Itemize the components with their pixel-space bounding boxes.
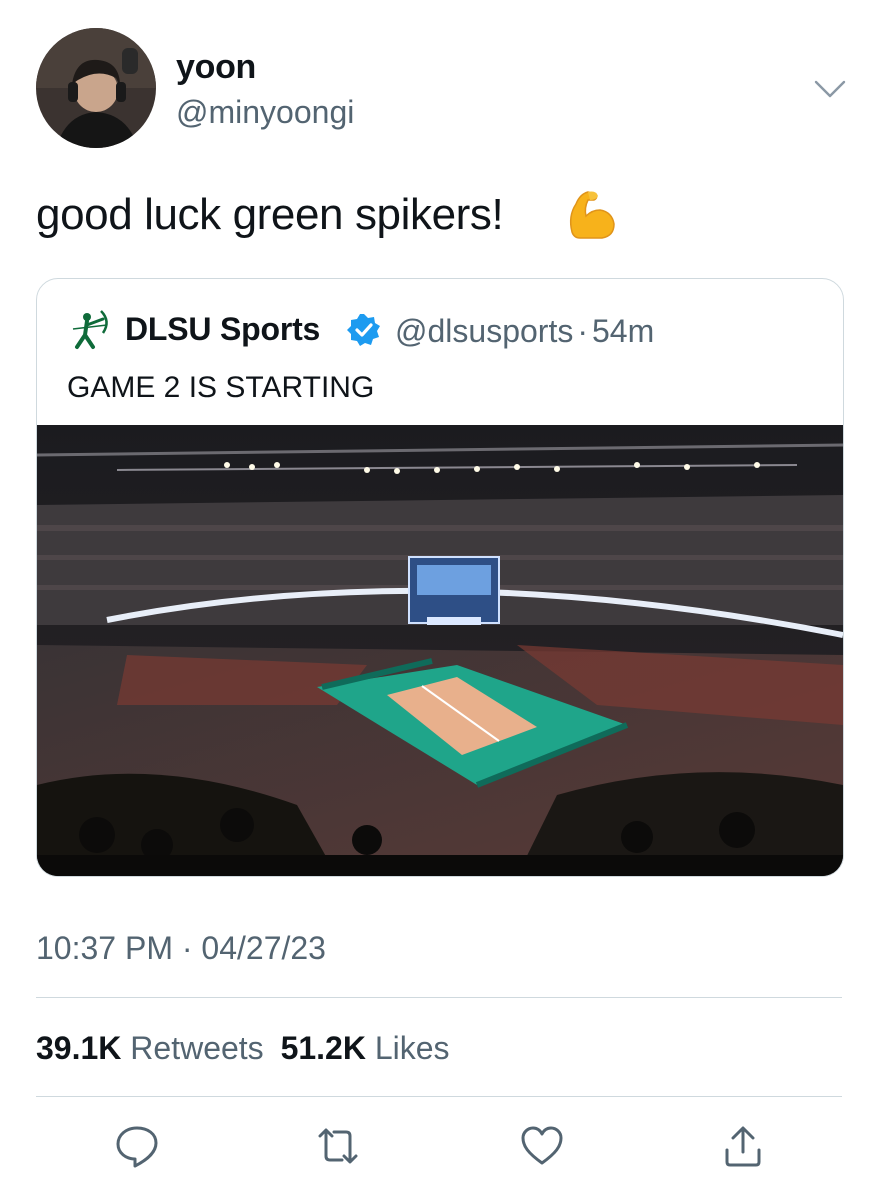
flexed-biceps-icon bbox=[562, 186, 618, 244]
retweet-icon[interactable] bbox=[314, 1122, 362, 1170]
divider bbox=[36, 1096, 842, 1097]
arena-photo[interactable] bbox=[37, 425, 843, 876]
author-display-name[interactable]: yoon bbox=[176, 48, 256, 87]
separator: · bbox=[577, 313, 588, 349]
quoted-tweet-text: GAME 2 IS STARTING bbox=[67, 371, 375, 404]
retweets-label[interactable]: Retweets bbox=[130, 1030, 263, 1066]
divider bbox=[36, 997, 842, 998]
quoted-handle[interactable]: @dlsusports bbox=[395, 313, 573, 349]
author-handle[interactable]: @minyoongi bbox=[176, 94, 354, 131]
likes-count[interactable]: 51.2K bbox=[281, 1030, 366, 1066]
share-icon[interactable] bbox=[719, 1122, 767, 1170]
quoted-handle-and-time: @dlsusports · 54m bbox=[395, 313, 654, 350]
reply-icon[interactable] bbox=[113, 1122, 161, 1170]
avatar[interactable] bbox=[36, 28, 156, 148]
dlsu-archer-logo-icon bbox=[67, 307, 115, 355]
tweet-timestamp[interactable]: 10:37 PM · 04/27/23 bbox=[36, 930, 326, 967]
quoted-tweet-card[interactable]: DLSU Sports @dlsusports · 54m GAME 2 IS ST… bbox=[36, 278, 844, 877]
likes-label[interactable]: Likes bbox=[375, 1030, 450, 1066]
verified-badge-icon bbox=[347, 313, 381, 347]
tweet-text: good luck green spikers! bbox=[36, 190, 504, 239]
quoted-time-ago[interactable]: 54m bbox=[592, 313, 654, 349]
chevron-down-icon[interactable] bbox=[812, 74, 848, 104]
engagement-stats: 39.1K Retweets 51.2K Likes bbox=[36, 1030, 450, 1067]
like-icon[interactable] bbox=[518, 1122, 566, 1170]
quoted-display-name[interactable]: DLSU Sports bbox=[125, 311, 320, 348]
retweets-count[interactable]: 39.1K bbox=[36, 1030, 121, 1066]
